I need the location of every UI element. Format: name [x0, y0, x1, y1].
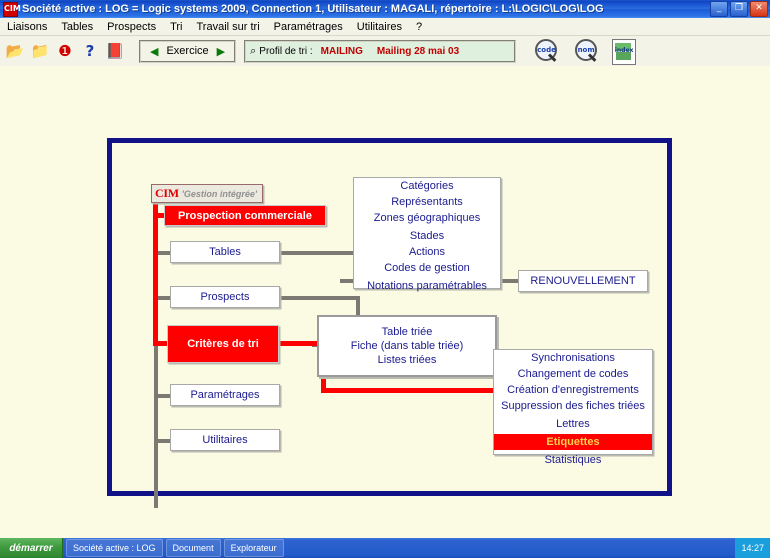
exercise-selector[interactable]: ◀ Exercice ▶ — [139, 40, 236, 63]
profil-de-tri-description: Mailing 28 mai 03 — [377, 46, 459, 57]
group-item-representants[interactable]: Représentants — [354, 194, 500, 210]
menu-item-parametrages[interactable]: Paramétrages — [267, 20, 350, 34]
node-tables-label: Tables — [209, 246, 241, 258]
connector-tables-to-group — [279, 251, 353, 255]
search-icon: ⌕ — [250, 44, 256, 58]
group-item-categories[interactable]: Catégories — [354, 178, 500, 194]
group-item-listes-triees[interactable]: Listes triées — [319, 353, 495, 367]
taskbar-task-item[interactable]: Société active : LOG — [66, 539, 163, 557]
group-item-zones-geographiques[interactable]: Zones géographiques — [354, 210, 500, 226]
group-tri-results: Table triée Fiche (dans table triée) Lis… — [317, 315, 497, 377]
toolbar: 📂 📁 ❶ ? 📕 ◀ Exercice ▶ ⌕ Profil de tri :… — [0, 36, 770, 67]
group-item-etiquettes[interactable]: Etiquettes — [494, 434, 652, 450]
menu-item-help[interactable]: ? — [409, 20, 429, 34]
node-criteres-de-tri[interactable]: Critères de tri — [167, 325, 279, 363]
profil-de-tri-label: Profil de tri : — [259, 46, 312, 57]
cim-logo-tagline: 'Gestion intégrée' — [182, 189, 257, 199]
menu-item-travail-sur-tri[interactable]: Travail sur tri — [190, 20, 267, 34]
window-title: Société active : LOG = Logic systems 200… — [22, 3, 708, 15]
system-tray-clock[interactable]: 14:27 — [735, 538, 770, 558]
node-parametrages-label: Paramétrages — [190, 389, 259, 401]
connector-notations-left-stub — [340, 279, 354, 283]
group-item-changement-de-codes[interactable]: Changement de codes — [494, 366, 652, 382]
exercise-prev-icon[interactable]: ◀ — [145, 45, 163, 58]
cim-logo-brand: CIM — [152, 186, 179, 201]
save-folder-icon[interactable]: 📁 — [30, 41, 50, 61]
group-item-creation-denregistrements[interactable]: Création d'enregistrements — [494, 382, 652, 398]
taskbar-task-item[interactable]: Explorateur — [224, 539, 284, 557]
node-prospection-commerciale-label: Prospection commerciale — [178, 210, 312, 222]
open-folder-icon[interactable]: 📂 — [5, 41, 25, 61]
group-item-lettres[interactable]: Lettres — [494, 416, 652, 432]
exercise-next-icon[interactable]: ▶ — [212, 45, 230, 58]
node-prospects[interactable]: Prospects — [170, 286, 280, 308]
menu-item-tables[interactable]: Tables — [54, 20, 100, 34]
group-tables-entities: Catégories Représentants Zones géographi… — [353, 177, 501, 289]
cim-logo: CIM 'Gestion intégrée' — [151, 184, 263, 203]
minimize-button[interactable]: _ — [710, 1, 728, 17]
group-item-table-triee[interactable]: Table triée — [319, 325, 495, 339]
menu-item-tri[interactable]: Tri — [163, 20, 189, 34]
workspace: CIM 'Gestion intégrée' Prospection comme… — [0, 66, 770, 536]
app-icon: CIM — [3, 2, 18, 17]
group-item-fiche-dans-table-triee[interactable]: Fiche (dans table triée) — [319, 339, 495, 353]
close-button[interactable]: ✕ — [750, 1, 768, 17]
start-button[interactable]: démarrer — [0, 538, 63, 558]
group-item-statistiques[interactable]: Statistiques — [494, 452, 652, 468]
node-utilitaires-label: Utilitaires — [202, 434, 247, 446]
group-item-suppression-des-fiches-triees[interactable]: Suppression des fiches triées — [494, 398, 652, 414]
window-controls: _ ❐ ✕ — [708, 1, 768, 17]
connector-spine-gray — [154, 328, 158, 508]
navigation-diagram: CIM 'Gestion intégrée' Prospection comme… — [112, 143, 667, 491]
node-tables[interactable]: Tables — [170, 241, 280, 263]
menu-item-liaisons[interactable]: Liaisons — [0, 20, 54, 34]
maximize-button[interactable]: ❐ — [730, 1, 748, 17]
taskbar: démarrer Société active : LOG Document E… — [0, 538, 770, 558]
index-icon-label: index — [613, 47, 635, 54]
search-by-code-icon[interactable]: code — [534, 38, 560, 64]
group-item-codes-de-gestion[interactable]: Codes de gestion — [354, 260, 500, 276]
node-criteres-de-tri-label: Critères de tri — [187, 338, 259, 350]
node-prospection-commerciale[interactable]: Prospection commerciale — [164, 205, 326, 226]
node-prospects-label: Prospects — [201, 291, 250, 303]
taskbar-task-item[interactable]: Document — [166, 539, 221, 557]
group-item-stades[interactable]: Stades — [354, 228, 500, 244]
node-utilitaires[interactable]: Utilitaires — [170, 429, 280, 451]
node-renouvellement-label: RENOUVELLEMENT — [530, 275, 635, 287]
exercise-label: Exercice — [163, 45, 211, 57]
group-item-actions[interactable]: Actions — [354, 244, 500, 260]
diagram-frame: CIM 'Gestion intégrée' Prospection comme… — [107, 138, 672, 496]
node-renouvellement[interactable]: RENOUVELLEMENT — [518, 270, 648, 292]
help-icon[interactable]: ? — [80, 41, 100, 61]
group-item-synchronisations[interactable]: Synchronisations — [494, 350, 652, 366]
node-parametrages[interactable]: Paramétrages — [170, 384, 280, 406]
group-travail-sur-tri: Synchronisations Changement de codes Cré… — [493, 349, 653, 455]
connector-prospects-right — [279, 296, 360, 300]
menu-bar: Liaisons Tables Prospects Tri Travail su… — [0, 18, 770, 36]
profil-de-tri-field[interactable]: ⌕ Profil de tri : MAILING Mailing 28 mai… — [244, 40, 516, 63]
menu-item-prospects[interactable]: Prospects — [100, 20, 163, 34]
book-icon[interactable]: 📕 — [105, 41, 125, 61]
group-item-notations-parametrables[interactable]: Notations paramétrables — [354, 278, 500, 294]
search-by-name-icon[interactable]: nom — [574, 38, 600, 64]
connector-red-spine — [153, 197, 158, 345]
index-icon[interactable]: index — [612, 39, 636, 65]
window-title-bar: CIM Société active : LOG = Logic systems… — [0, 0, 770, 18]
profil-de-tri-code: MAILING — [321, 46, 363, 57]
menu-item-utilitaires[interactable]: Utilitaires — [350, 20, 409, 34]
alert-icon[interactable]: ❶ — [55, 41, 75, 61]
